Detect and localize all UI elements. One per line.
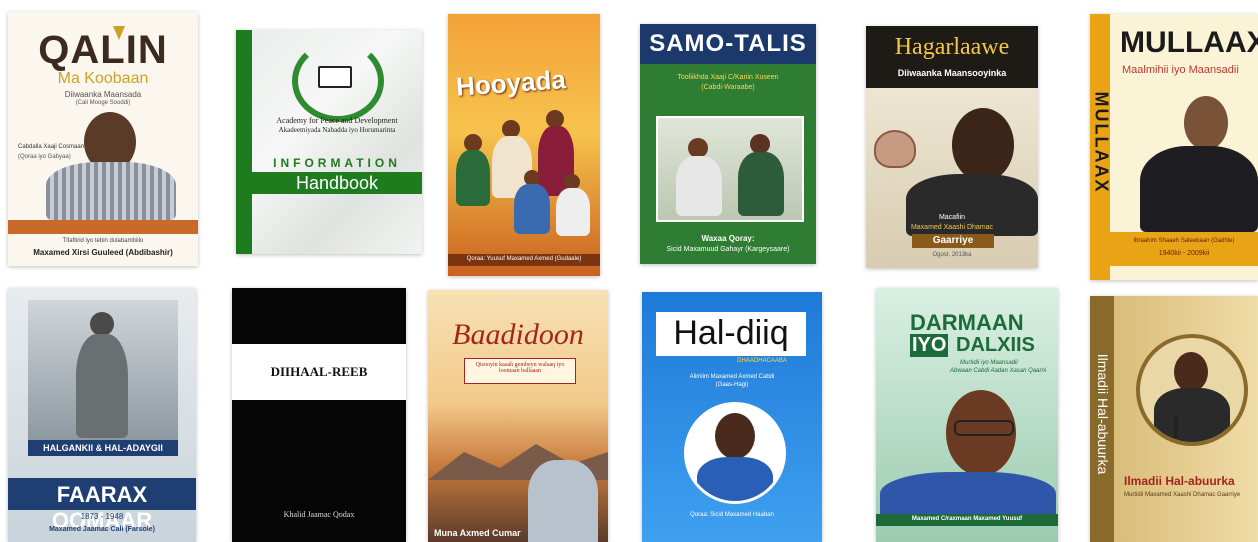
handbook-org-2: Akadeemiyada Nabadda iyo Horumarinta: [278, 126, 396, 134]
ilmadii-spine: Ilmadii Hal-abuurka: [1095, 353, 1111, 475]
ilmadii-portrait-circle: [1136, 334, 1248, 446]
faarax-author: Maxamed Jaamac Cali (Farsole): [49, 526, 155, 533]
qalin-subtitle: Ma Koobaan: [57, 70, 149, 87]
book-cover-qalin[interactable]: QALIN Ma Koobaan Diiwaanka Maansada (Cal…: [8, 12, 198, 266]
book-cover-ilmadii-hal-abuurka[interactable]: Ilmadii Hal-abuurka Ilmadii Hal-abuurka …: [1090, 296, 1258, 542]
book-cover-diihaal-reeb[interactable]: DIIHAAL-REEB Khalid Jaamac Qodax: [232, 288, 406, 542]
pen-nib-icon: [113, 26, 125, 40]
faarax-band-text: HALGANKII & HAL-ADAYGII: [43, 443, 163, 453]
darmaan-title-2: IYO: [910, 334, 949, 357]
diihaal-title-band: DIIHAAL-REEB: [232, 344, 406, 400]
book-cover-hagarlaawe[interactable]: Hagarlaawe Diiwaanka Maansooyinka Macafi…: [866, 26, 1038, 268]
hooyada-footer-bar: Qoraa: Yuusuf Maxamed Axmed (Gudaale): [448, 254, 600, 266]
baadidoon-tagline: Qisooyin kaaah gembeyn walaaq iyo loomaa…: [475, 362, 565, 374]
baadidoon-author: Muna Axmed Cumar: [434, 528, 521, 538]
microphone-icon: [1174, 416, 1178, 438]
samo-title: SAMO-TALIS: [649, 30, 807, 57]
book-cover-mullaax[interactable]: MULLAAX MULLAAX Maalmihii iyo Maansadii …: [1090, 14, 1258, 280]
haldiiq-compiler: Alimiim Maxamed Axmed Cabdi: [689, 374, 775, 380]
faarax-name-band: FAARAX OOMAAR: [8, 478, 196, 533]
samo-photo: [656, 116, 804, 222]
baadidoon-title: Baadidoon: [452, 318, 584, 351]
samo-by: Waxaa Qoray:: [701, 234, 755, 243]
haldiiq-title-band: Hal-diiq: [656, 312, 806, 356]
darmaan-title-1: DARMAAN: [910, 310, 1024, 335]
handbook-title-main: Handbook: [295, 173, 379, 193]
samo-editor: Tooliikhda Xaaji C/Kariin Xuseen: [677, 74, 779, 81]
book-cover-baadidoon[interactable]: Baadidoon Qisooyin kaaah gembeyn walaaq …: [428, 290, 608, 542]
mullaax-years: 1940kii - 2009kii: [1158, 250, 1210, 257]
qalin-title: QALIN: [38, 28, 168, 72]
qalin-credit: Tifaftirid iyo tebin dulabambiilo: [62, 238, 144, 244]
hagar-subtitle: Diiwaanka Maansooyinka: [897, 68, 1007, 78]
haldiiq-compiler-2: (Gaas-Hagi): [715, 382, 749, 388]
hagar-year: Ogost, 2013ka: [932, 252, 972, 258]
baadidoon-tagline-box: Qisooyin kaaah gembeyn walaaq iyo loomaa…: [464, 358, 576, 384]
author-portrait-body: [1140, 146, 1258, 232]
qalin-series: Diiwaanka Maansada: [64, 90, 142, 99]
haldiiq-portrait-circle: [684, 402, 786, 504]
haldiiq-footer: Qoraa: Sicid Maxamed Haaban: [690, 512, 774, 518]
qalin-author-note2: (Qoraa iyo Gabyaa): [18, 154, 71, 160]
handbook-title-band: Handbook: [252, 172, 422, 194]
faarax-band: HALGANKII & HAL-ADAYGII: [28, 440, 178, 456]
mullaax-subtitle: Maalmihii iyo Maansadii: [1122, 64, 1239, 76]
handbook-side-stripe: [236, 30, 252, 254]
darmaan-subtitle-2: Abwaan Cabdi Aadan Xasan Qaarni: [950, 368, 1047, 374]
darmaan-title-3: DALXIIS: [956, 334, 1035, 356]
mullaax-title: MULLAAX: [1120, 26, 1258, 59]
open-book-icon: [318, 66, 352, 88]
man-silhouette: [528, 460, 598, 542]
book-cover-faarax-oomaar[interactable]: HALGANKII & HAL-ADAYGII FAARAX OOMAAR 18…: [8, 288, 196, 542]
diihaal-title: DIIHAAL-REEB: [270, 364, 368, 379]
ilmadii-title: Ilmadii Hal-abuurka: [1124, 474, 1235, 488]
qalin-divider-bar: [8, 220, 198, 234]
faarax-photo: [28, 300, 178, 440]
hagar-title: Hagarlaawe: [894, 34, 1010, 60]
qalin-author-note: Cabdalla Xaaji Cosmaan: [18, 144, 85, 150]
samo-title-band: SAMO-TALIS: [640, 24, 816, 64]
hagar-nickname: Gaarriye: [932, 235, 974, 246]
qalin-author: Maxamed Xirsi Guuleed (Abdibashir): [33, 248, 173, 257]
faarax-years: 1873 - 1948: [80, 512, 124, 521]
ilmadii-subtitle: Murtidii Maxamed Xaashi Dhamac Gaarriye: [1124, 492, 1241, 498]
hooyada-title: Hooyada: [455, 64, 567, 102]
author-portrait-body: [46, 162, 176, 220]
samo-author: Sicid Maxamuud Gahayr (Kargeysaare): [666, 246, 790, 253]
hat-icon: [874, 130, 916, 168]
mullaax-author: Ibraahim Shaaeh Saleebaan (Gadhle): [1133, 238, 1235, 244]
glasses-icon: [954, 420, 1014, 436]
darmaan-subtitle: Murtidii iyo Maansadii: [960, 360, 1018, 366]
book-cover-hooyada[interactable]: Hooyada Qoraa: Yuusuf Maxamed Axmed (Gud…: [448, 14, 600, 276]
hagar-by: Macafiin: [938, 214, 966, 221]
mullaax-author-band: Ibraahim Shaaeh Saleebaan (Gadhle) 1940k…: [1110, 232, 1258, 266]
haldiiq-subtitle: DHAADHACAABA: [737, 358, 787, 364]
book-cover-samo-talis[interactable]: SAMO-TALIS Tooliikhda Xaaji C/Kariin Xus…: [640, 24, 816, 264]
book-cover-hal-diiq[interactable]: Hal-diiq DHAADHACAABA Alimiim Maxamed Ax…: [642, 292, 822, 542]
author-portrait: [1184, 96, 1228, 150]
mullaax-spine: MULLAAX: [1091, 91, 1112, 194]
darmaan-author: Maxamed C/raxmaan Maxamed Yuusuf: [911, 516, 1023, 522]
author-portrait: [952, 108, 1014, 182]
darmaan-author-band: Maxamed C/raxmaan Maxamed Yuusuf: [876, 514, 1058, 526]
hagar-title-band: Hagarlaawe Diiwaanka Maansooyinka: [866, 26, 1038, 88]
diihaal-author: Khalid Jaamac Qodax: [283, 510, 355, 519]
hagar-author: Maxamed Xaashi Dhamac: [910, 224, 994, 231]
haldiiq-title: Hal-diiq: [673, 314, 789, 352]
samo-editor-2: (Cabdi-Waraabe): [701, 84, 755, 91]
book-cover-darmaan-iyo-dalxiis[interactable]: DARMAAN IYO DALXIIS Murtidii iyo Maansad…: [876, 288, 1058, 542]
family-illustration: [454, 110, 592, 240]
hagar-nickname-band: Gaarriye: [912, 234, 994, 248]
handbook-title-top: INFORMATION: [273, 156, 401, 170]
qalin-series-note: (Cali Mooge Sooddi): [75, 100, 131, 106]
handbook-org: Academy for Peace and Development: [276, 116, 398, 125]
hooyada-footer: Qoraa: Yuusuf Maxamed Axmed (Gudaale): [466, 256, 582, 262]
book-cover-information-handbook[interactable]: Academy for Peace and Development Akadee…: [236, 30, 422, 254]
